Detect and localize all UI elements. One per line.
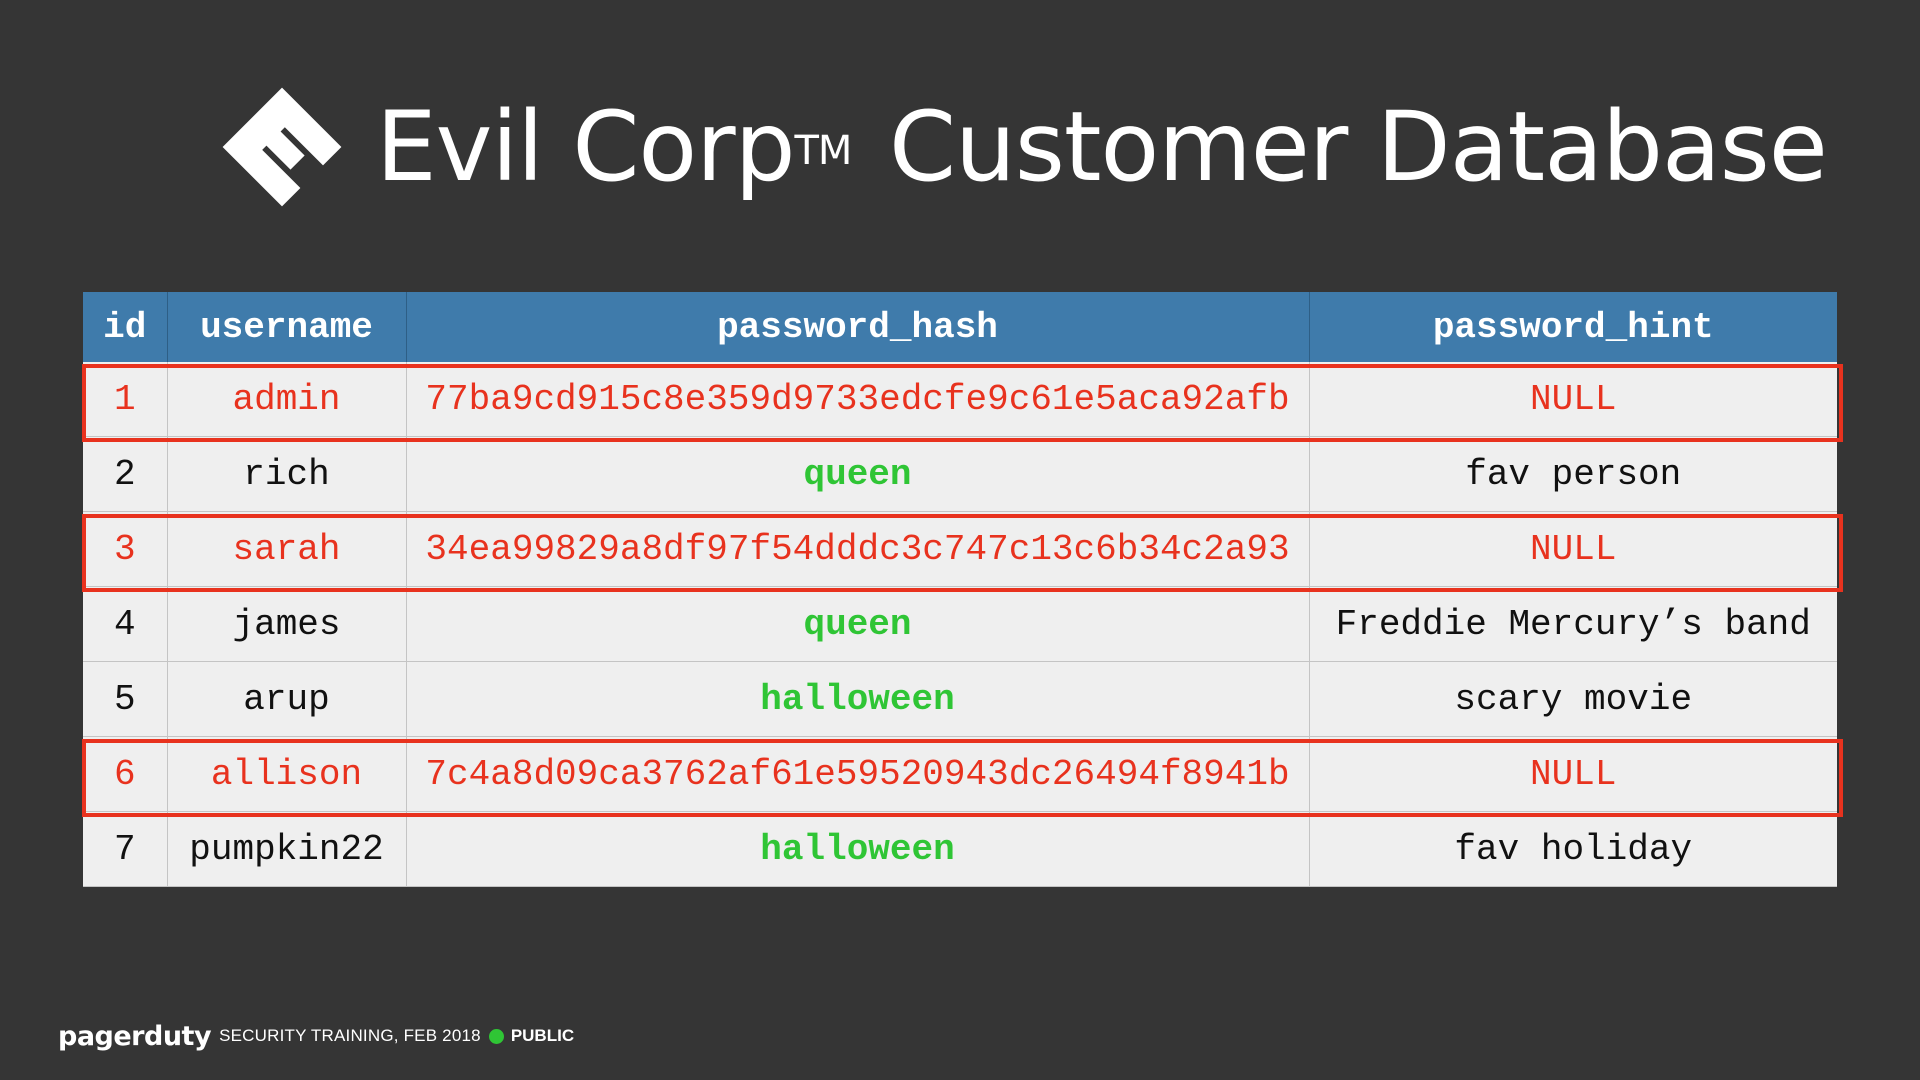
title-rest: Customer Database xyxy=(888,91,1828,203)
cell-id: 4 xyxy=(83,586,168,662)
cell-username: admin xyxy=(167,362,407,437)
cell-username: allison xyxy=(167,736,407,812)
cell-username: arup xyxy=(167,661,407,737)
cell-password-hash: queen xyxy=(406,436,1310,512)
cell-id: 1 xyxy=(83,362,168,437)
column-header-username: username xyxy=(167,292,407,362)
table-row: 5 arup halloween scary movie xyxy=(83,661,1837,737)
table-row: 3 sarah 34ea99829a8df97f54dddc3c747c13c6… xyxy=(83,511,1837,587)
footer-text: SECURITY TRAINING, FEB 2018 xyxy=(219,1026,481,1045)
table-row: 1 admin 77ba9cd915c8e359d9733edcfe9c61e5… xyxy=(83,362,1837,437)
cell-password-hash: halloween xyxy=(406,661,1310,737)
cell-password-hint: scary movie xyxy=(1309,661,1837,737)
cell-id: 2 xyxy=(83,436,168,512)
cell-id: 5 xyxy=(83,661,168,737)
table-row: 6 allison 7c4a8d09ca3762af61e59520943dc2… xyxy=(83,736,1837,812)
customer-table-container: id username password_hash password_hint … xyxy=(83,292,1837,887)
classification-label: PUBLIC xyxy=(510,1026,575,1045)
cell-id: 7 xyxy=(83,811,168,887)
cell-id: 3 xyxy=(83,511,168,587)
cell-id: 6 xyxy=(83,736,168,812)
customer-table: id username password_hash password_hint … xyxy=(83,292,1837,887)
table-row: 4 james queen Freddie Mercury’s band xyxy=(83,586,1837,662)
trademark-mark: TM xyxy=(794,128,853,174)
cell-password-hash: halloween xyxy=(406,811,1310,887)
column-header-password-hint: password_hint xyxy=(1309,292,1837,362)
pagerduty-logo: pagerduty xyxy=(58,1020,212,1052)
green-dot-icon xyxy=(488,1028,504,1044)
cell-password-hash: 77ba9cd915c8e359d9733edcfe9c61e5aca92afb xyxy=(406,362,1310,437)
table-row: 7 pumpkin22 halloween fav holiday xyxy=(83,811,1837,887)
slide-footer: pagerduty SECURITY TRAINING, FEB 2018 PU… xyxy=(58,1020,574,1052)
cell-password-hash: 7c4a8d09ca3762af61e59520943dc26494f8941b xyxy=(406,736,1310,812)
cell-username: pumpkin22 xyxy=(167,811,407,887)
cell-username: sarah xyxy=(167,511,407,587)
table-header-row: id username password_hash password_hint xyxy=(83,292,1837,362)
cell-password-hint: fav holiday xyxy=(1309,811,1837,887)
column-header-id: id xyxy=(83,292,168,362)
cell-password-hint: NULL xyxy=(1309,736,1837,812)
cell-username: rich xyxy=(167,436,407,512)
cell-username: james xyxy=(167,586,407,662)
cell-password-hint: fav person xyxy=(1309,436,1837,512)
cell-password-hint: Freddie Mercury’s band xyxy=(1309,586,1837,662)
evil-corp-logo-icon xyxy=(222,87,342,207)
cell-password-hint: NULL xyxy=(1309,362,1837,437)
page-title: Evil CorpTM Customer Database xyxy=(376,91,1828,203)
cell-password-hash: queen xyxy=(406,586,1310,662)
column-header-password-hash: password_hash xyxy=(406,292,1310,362)
title-main: Evil Corp xyxy=(376,91,795,203)
table-row: 2 rich queen fav person xyxy=(83,436,1837,512)
cell-password-hint: NULL xyxy=(1309,511,1837,587)
cell-password-hash: 34ea99829a8df97f54dddc3c747c13c6b34c2a93 xyxy=(406,511,1310,587)
slide-header: Evil CorpTM Customer Database xyxy=(0,72,1920,222)
